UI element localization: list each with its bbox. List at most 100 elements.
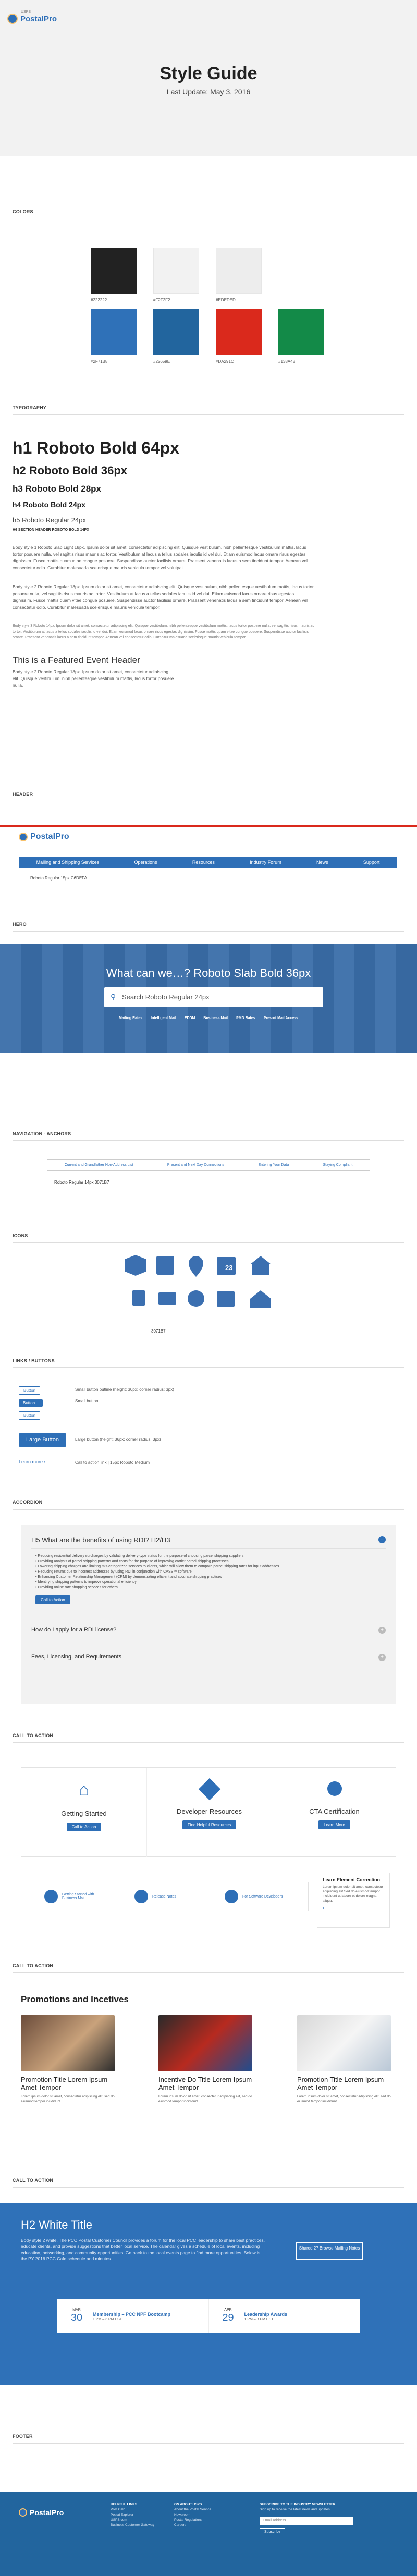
mail-icon [158,1292,176,1305]
band-button[interactable]: Shared 2? Browse Mailing Notes [296,2242,363,2260]
bullet-item: • Reducing residential delivery surcharg… [35,1554,244,1558]
anchor-link[interactable]: Staying Compliant [323,1163,353,1167]
nav-industry-forum[interactable]: Industry Forum [244,857,287,868]
email-field[interactable]: Email address [260,2517,353,2525]
event-day: 29 [222,2312,234,2323]
brand-logo[interactable]: PostalPro [7,14,57,24]
small-outline-button-alt[interactable]: Button [19,1411,41,1420]
cta-card-row: ⌂ Getting Started Call to Action Develop… [21,1767,396,1857]
nav-support[interactable]: Support [358,857,385,868]
bullet-item: • Enhancing Customer Relationship Manage… [35,1575,222,1579]
divider [13,1242,404,1243]
gear-icon [225,1890,238,1903]
footer-link[interactable]: Newsroom [174,2512,242,2518]
building-icon [250,1290,271,1308]
hero-search-box[interactable]: ⚲ Search Roboto Regular 24px [104,987,323,1007]
cta-card-button[interactable]: Call to Action [66,1823,102,1831]
promo-image [21,2015,115,2071]
accordion-cta-button[interactable]: Call to Action [35,1595,70,1604]
collapse-icon[interactable]: − [378,1536,386,1543]
event-month: MAR [72,2308,81,2312]
small-filled-button[interactable]: Button [19,1399,43,1407]
nav-mailing[interactable]: Mailing and Shipping Services [31,857,105,868]
cta-tile[interactable]: For Software Developers [218,1882,308,1911]
hero-link[interactable]: PMD Rates [236,1016,255,1020]
accordion-item[interactable]: Fees, Licensing, and Requirements + [31,1654,386,1667]
search-input[interactable]: Search Roboto Regular 24px [122,993,210,1001]
promo-body: Lorem ipsum dolor sit amet, consectetur … [297,2095,391,2103]
event-item[interactable]: APR 29 Leadership Awards 1 PM – 3 PM EST [208,2299,360,2333]
site-nav: Mailing and Shipping Services Operations… [19,857,397,868]
color-swatch-label: #F2F2F2 [153,298,170,303]
featured-event-header: This is a Featured Event Header [13,655,140,665]
anchor-link[interactable]: Present and Next Day Connections [167,1163,224,1167]
page-title: Style Guide [160,64,257,83]
promo-title[interactable]: Promotion Title Lorem Ipsum Amet Tempor [21,2076,115,2091]
section-label-icons: ICONS [13,1233,28,1238]
nav-spec-note: Roboto Regular 15px C6DEFA [30,876,87,881]
bullet-item: • Providing online rate shopping service… [35,1586,118,1589]
sample-body3: Body style 3 Roboto 14px. Ipsum dolor si… [13,624,314,639]
event-month: APR [224,2308,232,2312]
sample-body2: Body style 2 Roboto Regular 18px. Ipsum … [13,584,314,610]
promo-title[interactable]: Promotion Title Lorem Ipsum Amet Tempor [297,2076,391,2091]
cta-card: ⌂ Getting Started Call to Action [21,1768,146,1857]
nav-operations[interactable]: Operations [129,857,163,868]
footer-logo[interactable]: PostalPro [19,2508,64,2517]
footer-subscribe: SUBSCRIBE TO THE INDUSTRY NEWSLETTER Sig… [260,2502,395,2536]
footer-link[interactable]: Postal Explorer [111,2512,168,2518]
divider [13,414,404,415]
footer-link[interactable]: Careers [174,2523,242,2528]
eagle-logo-icon [7,14,18,24]
accordion-question: H5 What are the benefits of using RDI? H… [31,1536,170,1544]
cta-card-title: CTA Certification [309,1807,360,1815]
hero-link[interactable]: Presort Mail Access [264,1016,298,1020]
accordion-panel [21,1525,396,1704]
divider [13,1367,404,1368]
anchor-link[interactable]: Current and Grandfather Non-Address List [65,1163,133,1167]
expand-icon[interactable]: + [378,1654,386,1661]
promo-title[interactable]: Incentive Do Title Lorem Ipsum Amet Temp… [158,2076,252,2091]
section-label-links: LINKS / BUTTONS [13,1358,55,1363]
arrow-right-icon[interactable]: › [323,1905,384,1911]
subscribe-button[interactable]: Subscribe [260,2528,286,2536]
accordion-bullets: • Reducing residential delivery surcharg… [35,1554,379,1590]
divider [13,1509,404,1510]
hero-link[interactable]: Business Mail [203,1016,228,1020]
event-time: 1 PM – 3 PM EST [244,2317,274,2321]
cta-card-button[interactable]: Learn More [318,1820,350,1829]
footer-link[interactable]: Post Calc [111,2507,168,2512]
learn-more-link[interactable]: Learn more › [19,1459,46,1464]
cta-card-button[interactable]: Find Helpful Resources [182,1820,237,1829]
anchor-link[interactable]: Entering Your Data [258,1163,289,1167]
cta-card-title: Getting Started [61,1810,107,1817]
footer-link[interactable]: Business Customer Gateway [111,2523,168,2528]
accordion-item[interactable]: How do I apply for a RDI license? + [31,1627,386,1640]
footer-link[interactable]: Postal Regulations [174,2518,242,2523]
sample-h2: h2 Roboto Bold 36px [13,464,127,477]
cta-tile[interactable]: Release Notes [128,1882,218,1911]
hero-link[interactable]: Mailing Rates [119,1016,142,1020]
accordion-item-open[interactable]: H5 What are the benefits of using RDI? H… [31,1536,386,1549]
hero-headline: What can we…? Roboto Slab Bold 36px [106,966,311,979]
bookmark-icon [132,1290,145,1306]
hero-link[interactable]: Intelligent Mail [151,1016,176,1020]
footer-link[interactable]: About the Postal Service [174,2507,242,2512]
site-footer: PostalPro HELPFUL LINKS Post Calc Postal… [0,2492,417,2576]
anchor-spec-note: Roboto Regular 14px 3071B7 [54,1180,109,1185]
color-swatch [278,309,324,355]
hero-link[interactable]: EDDM [185,1016,195,1020]
large-button[interactable]: Large Button [19,1433,66,1447]
cta-card: CTA Certification Learn More [272,1768,397,1857]
cta-link-spec: Call to action link | 15px Roboto Medium [75,1460,150,1465]
cta-tile[interactable]: Getting Started with Business Mail [38,1882,128,1911]
expand-icon[interactable]: + [378,1627,386,1634]
footer-link[interactable]: USPS.com [111,2518,168,2523]
nav-news[interactable]: News [311,857,334,868]
site-logo[interactable]: PostalPro [19,832,69,841]
nav-resources[interactable]: Resources [187,857,220,868]
small-outline-button[interactable]: Button [19,1386,41,1395]
compass-icon [188,1290,204,1307]
cta-tile-label: Getting Started with Business Mail [62,1893,94,1900]
event-item[interactable]: MAR 30 Membership – PCC NPF Bootcamp 1 P… [57,2299,208,2333]
